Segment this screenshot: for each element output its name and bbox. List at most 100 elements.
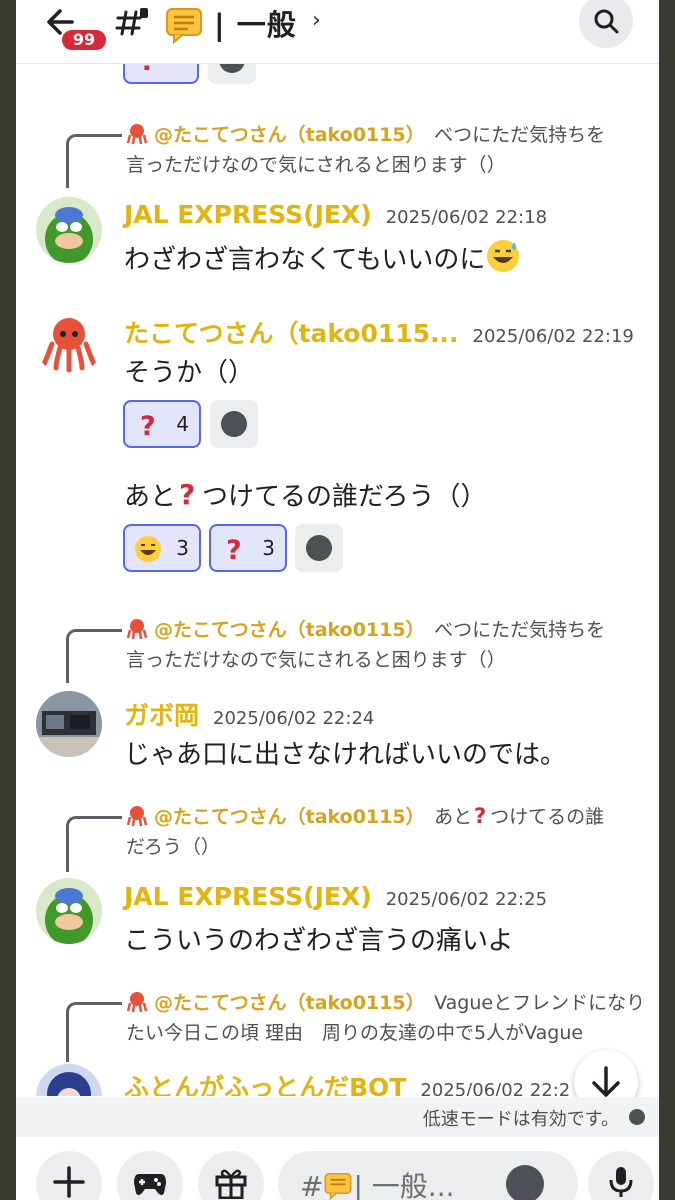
svg-text:?: ? xyxy=(140,64,155,76)
reply-connector xyxy=(66,134,122,188)
message-text: わざわざ言わなくてもいいのに xyxy=(124,238,521,276)
reply-text: べつにただ気持ちを xyxy=(434,619,606,641)
plus-icon xyxy=(53,1166,85,1198)
slowmode-text: 低速モードは有効です。 xyxy=(422,1109,619,1130)
channel-title[interactable]: | 一般 xyxy=(214,2,297,44)
timestamp: 2025/06/02 22:2 xyxy=(420,1080,571,1096)
question-mark-icon: ? xyxy=(140,411,156,440)
message-text: こういうのわざわざ言うの痛いよ xyxy=(124,926,514,956)
add-reaction-button[interactable] xyxy=(210,400,258,448)
timestamp: 2025/06/02 22:25 xyxy=(385,889,548,910)
reply-mention[interactable]: @たこてつさん（tako0115） xyxy=(154,619,415,641)
reply-text-line: 言っただけなので気にされると困ります（） xyxy=(126,649,506,671)
reaction-chip[interactable]: 3 xyxy=(123,524,201,572)
input-placeholder: # | 一般... xyxy=(300,1170,455,1200)
forum-speech-icon xyxy=(324,1173,352,1200)
app-screen: 99 | 一般 › ? xyxy=(16,0,659,1200)
message-header: ガボ岡 2025/06/02 22:24 xyxy=(124,696,374,732)
svg-text:?: ? xyxy=(179,478,195,509)
reaction-count: 3 xyxy=(176,536,189,560)
avatar[interactable] xyxy=(36,878,102,944)
message-input[interactable]: # | 一般... xyxy=(278,1151,578,1200)
message-header: たこてつさん（tako0115... 2025/06/02 22:19 xyxy=(124,314,634,350)
reply-preview[interactable]: @たこてつさん（tako0115） べつにただ気持ちを xyxy=(126,120,605,150)
sweat-smile-icon xyxy=(135,536,161,562)
message-feed[interactable]: ? @たこてつさん（tako0115） べつにただ気持ちを 言っただけなので気に… xyxy=(16,64,659,1096)
chevron-right-icon[interactable]: › xyxy=(312,8,321,33)
question-mark-icon: ? xyxy=(179,478,195,511)
reply-text-line: たい今日この頃 理由 周りの友達の中で5人がVague xyxy=(126,1022,584,1044)
gift-icon xyxy=(215,1169,247,1199)
author-name[interactable]: JAL EXPRESS(JEX) xyxy=(124,200,372,229)
avatar[interactable] xyxy=(36,197,102,263)
activities-button[interactable] xyxy=(117,1151,183,1200)
question-mark-icon: ? xyxy=(474,804,486,828)
question-mark-icon: ? xyxy=(140,64,155,76)
octopus-icon xyxy=(126,619,148,640)
timestamp: 2025/06/02 22:19 xyxy=(472,326,634,347)
reaction-count: 3 xyxy=(262,536,275,560)
avatar[interactable] xyxy=(36,310,102,376)
reply-text: Vagueとフレンドになり xyxy=(434,992,646,1014)
emoji-icon xyxy=(219,64,245,73)
reply-mention[interactable]: @たこてつさん（tako0115） xyxy=(154,992,415,1014)
microphone-icon xyxy=(609,1167,633,1197)
reply-preview[interactable]: @たこてつさん（tako0115） べつにただ気持ちを xyxy=(126,615,605,645)
svg-text:?: ? xyxy=(226,535,242,564)
reaction-chip[interactable]: ? xyxy=(123,64,199,84)
octopus-icon xyxy=(126,124,148,145)
reply-preview[interactable]: @たこてつさん（tako0115） あと? つけてるの誰 xyxy=(126,802,604,832)
timer-icon xyxy=(629,1109,645,1125)
question-mark-icon: ? xyxy=(226,535,242,564)
message-text: あと? つけてるの誰だろう（） xyxy=(124,478,487,512)
svg-text:?: ? xyxy=(474,804,486,827)
reaction-count: 4 xyxy=(176,412,189,436)
avatar[interactable] xyxy=(36,1064,102,1096)
unread-badge: 99 xyxy=(60,28,108,52)
attach-button[interactable] xyxy=(36,1151,102,1200)
reply-mention[interactable]: @たこてつさん（tako0115） xyxy=(154,124,415,146)
reaction-chip[interactable]: ? 3 xyxy=(209,524,287,572)
reply-text-line: だろう（） xyxy=(126,836,220,858)
add-reaction-button[interactable] xyxy=(295,524,343,572)
avatar[interactable] xyxy=(36,691,102,757)
author-name[interactable]: たこてつさん（tako0115... xyxy=(124,319,459,348)
emoji-icon xyxy=(306,535,332,561)
channel-header: 99 | 一般 › xyxy=(16,0,659,64)
timestamp: 2025/06/02 22:18 xyxy=(385,207,548,228)
author-name[interactable]: JAL EXPRESS(JEX) xyxy=(124,882,372,911)
message-text: そうか（） xyxy=(124,358,255,388)
message-header: JAL EXPRESS(JEX) 2025/06/02 22:25 xyxy=(124,882,547,911)
sweat-smile-icon xyxy=(487,240,520,272)
author-name[interactable]: ふとんがふっとんだBOT xyxy=(124,1073,406,1096)
emoji-icon xyxy=(221,411,247,437)
search-button[interactable] xyxy=(579,0,633,48)
search-icon xyxy=(594,9,619,34)
reply-connector xyxy=(66,629,122,683)
reply-connector xyxy=(66,1002,122,1062)
emoji-icon[interactable] xyxy=(506,1165,544,1200)
reply-text: あと xyxy=(434,806,473,828)
gift-button[interactable] xyxy=(198,1151,264,1200)
reaction-chip[interactable]: ? 4 xyxy=(123,400,201,448)
reply-connector xyxy=(66,816,122,872)
reply-text: べつにただ気持ちを xyxy=(434,124,606,146)
reply-text-line: 言っただけなので気にされると困ります（） xyxy=(126,154,506,176)
message-header: JAL EXPRESS(JEX) 2025/06/02 22:18 xyxy=(124,200,547,229)
svg-text:?: ? xyxy=(140,411,156,440)
message-composer: # | 一般... xyxy=(16,1137,659,1200)
voice-message-button[interactable] xyxy=(588,1151,654,1200)
add-reaction-button[interactable] xyxy=(208,64,256,84)
gamepad-icon xyxy=(134,1174,166,1195)
message-header: ふとんがふっとんだBOT 2025/06/02 22:2 xyxy=(124,1068,570,1096)
reply-mention[interactable]: @たこてつさん（tako0115） xyxy=(154,806,415,828)
reply-preview[interactable]: @たこてつさん（tako0115） Vagueとフレンドになり xyxy=(126,988,645,1018)
forum-speech-icon xyxy=(164,4,204,45)
author-name[interactable]: ガボ岡 xyxy=(124,701,199,730)
octopus-icon xyxy=(126,806,148,827)
timestamp: 2025/06/02 22:24 xyxy=(213,708,375,729)
slowmode-notice: 低速モードは有効です。 xyxy=(16,1097,659,1137)
thread-icon xyxy=(112,4,152,44)
octopus-icon xyxy=(126,992,148,1013)
reply-text: つけてるの誰 xyxy=(490,806,605,828)
